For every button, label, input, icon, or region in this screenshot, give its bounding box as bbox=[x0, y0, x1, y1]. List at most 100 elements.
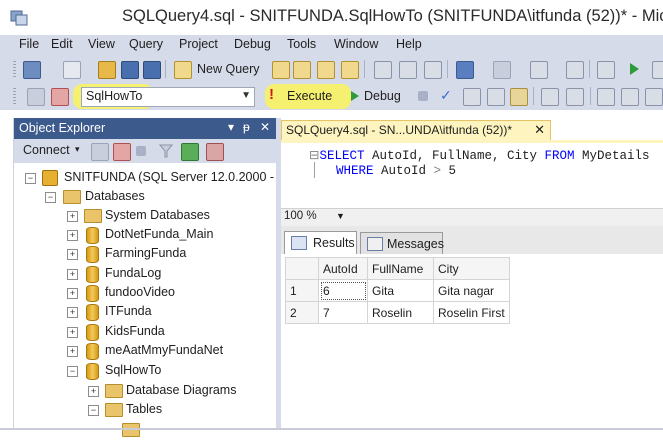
expand-icon[interactable]: + bbox=[67, 307, 78, 318]
parse-check-icon[interactable]: ✓ bbox=[440, 87, 452, 104]
toolbar-grip[interactable] bbox=[13, 61, 16, 78]
toolbar-grip[interactable] bbox=[13, 88, 16, 105]
disconnect-icon[interactable] bbox=[113, 143, 131, 161]
query-editor[interactable]: ⊟SELECT AutoId, FullName, City FROM MyDe… bbox=[281, 143, 663, 208]
debug-button[interactable]: Debug bbox=[364, 89, 401, 103]
copy-icon[interactable] bbox=[399, 61, 417, 79]
expand-icon[interactable]: + bbox=[67, 327, 78, 338]
results-to-grid-icon[interactable] bbox=[621, 88, 639, 106]
collapse-icon[interactable]: ⊟ bbox=[309, 149, 319, 163]
expand-icon[interactable]: + bbox=[67, 230, 78, 241]
new-project-icon[interactable] bbox=[23, 61, 41, 79]
menu-view[interactable]: View bbox=[88, 37, 115, 51]
save-icon[interactable] bbox=[121, 61, 139, 79]
tree-item-label: Database Diagrams bbox=[126, 383, 237, 397]
expand-icon[interactable]: + bbox=[88, 386, 99, 397]
close-icon[interactable]: ✕ bbox=[534, 122, 545, 138]
expand-icon[interactable]: + bbox=[67, 269, 78, 280]
table-cell[interactable]: Roselin First bbox=[433, 301, 510, 324]
filter-icon[interactable] bbox=[159, 144, 173, 158]
expand-icon[interactable]: + bbox=[67, 249, 78, 260]
connect-dropdown[interactable]: Connect bbox=[23, 143, 70, 157]
start-icon[interactable] bbox=[628, 62, 640, 76]
xmla-query-icon[interactable] bbox=[341, 61, 359, 79]
debug-icon[interactable] bbox=[350, 90, 360, 102]
connect-object-explorer-icon[interactable] bbox=[91, 143, 109, 161]
menu-edit[interactable]: Edit bbox=[51, 37, 73, 51]
dmx-query-icon[interactable] bbox=[317, 61, 335, 79]
results-to-file-icon[interactable] bbox=[645, 88, 663, 106]
database-engine-query-icon[interactable] bbox=[272, 61, 290, 79]
collapse-icon[interactable]: − bbox=[45, 192, 56, 203]
execute-button[interactable]: Execute bbox=[287, 89, 332, 103]
column-header[interactable]: FullName bbox=[367, 257, 434, 280]
client-statistics-icon[interactable] bbox=[566, 88, 584, 106]
toolbar-overflow-icon[interactable] bbox=[652, 61, 663, 79]
paste-icon[interactable] bbox=[424, 61, 442, 79]
expand-icon[interactable]: + bbox=[67, 211, 78, 222]
close-icon[interactable]: ✕ bbox=[260, 120, 270, 134]
expand-icon[interactable]: + bbox=[67, 288, 78, 299]
zoom-level[interactable]: 100 % bbox=[284, 210, 317, 222]
database-icon bbox=[86, 304, 99, 321]
tab-messages[interactable]: Messages bbox=[360, 232, 444, 255]
collapse-icon[interactable]: − bbox=[25, 173, 36, 184]
activity-monitor-icon[interactable] bbox=[206, 143, 224, 161]
database-selected-value: SqlHowTo bbox=[86, 89, 143, 103]
table-cell[interactable]: Gita nagar bbox=[433, 279, 510, 302]
column-header[interactable]: City bbox=[433, 257, 510, 280]
menu-file[interactable]: File bbox=[19, 37, 39, 51]
menu-tools[interactable]: Tools bbox=[287, 37, 316, 51]
stop-icon[interactable] bbox=[136, 146, 146, 156]
results-tabs-bar: Results Messages bbox=[281, 226, 663, 255]
cancel-query-icon[interactable] bbox=[418, 91, 428, 101]
save-all-icon[interactable] bbox=[143, 61, 161, 79]
undo-icon[interactable] bbox=[456, 61, 474, 79]
expand-icon[interactable]: + bbox=[67, 346, 78, 357]
standard-toolbar: New Query bbox=[0, 56, 663, 83]
new-query-button[interactable]: New Query bbox=[197, 62, 260, 76]
new-query-icon[interactable] bbox=[174, 61, 192, 79]
display-estimated-plan-icon[interactable] bbox=[463, 88, 481, 106]
chevron-down-icon[interactable]: ▼ bbox=[336, 211, 345, 221]
table-cell[interactable]: 6 bbox=[318, 279, 368, 302]
activity-monitor-icon[interactable] bbox=[597, 61, 615, 79]
collapse-icon[interactable]: − bbox=[88, 405, 99, 416]
navigate-forward-icon[interactable] bbox=[566, 61, 584, 79]
table-cell[interactable]: Gita bbox=[367, 279, 434, 302]
intellisense-icon[interactable] bbox=[510, 88, 528, 106]
cut-icon[interactable] bbox=[374, 61, 392, 79]
menu-query[interactable]: Query bbox=[129, 37, 163, 51]
window-position-icon[interactable]: ▾ bbox=[228, 120, 234, 134]
available-databases-dropdown[interactable]: SqlHowTo ▼ bbox=[81, 87, 255, 107]
table-cell[interactable]: Roselin bbox=[367, 301, 434, 324]
database-icon bbox=[86, 343, 99, 360]
chevron-down-icon[interactable]: ▾ bbox=[75, 144, 80, 155]
add-item-icon[interactable] bbox=[63, 61, 81, 79]
navigate-backward-icon[interactable] bbox=[530, 61, 548, 79]
tab-results[interactable]: Results bbox=[284, 231, 357, 254]
table-cell[interactable]: 7 bbox=[318, 301, 368, 324]
menu-help[interactable]: Help bbox=[396, 37, 422, 51]
refresh-icon[interactable] bbox=[181, 143, 199, 161]
menu-debug[interactable]: Debug bbox=[234, 37, 271, 51]
pin-icon[interactable]: ᵽ bbox=[243, 120, 250, 134]
menu-project[interactable]: Project bbox=[179, 37, 218, 51]
include-actual-plan-icon[interactable] bbox=[541, 88, 559, 106]
row-number[interactable]: 1 bbox=[285, 279, 319, 302]
folder-icon bbox=[105, 403, 123, 417]
results-to-text-icon[interactable] bbox=[597, 88, 615, 106]
connect-icon[interactable] bbox=[27, 88, 45, 106]
query-options-icon[interactable] bbox=[487, 88, 505, 106]
results-grid[interactable]: AutoId FullName City 1 6 Gita Gita nagar… bbox=[281, 254, 663, 430]
disconnect-icon[interactable] bbox=[51, 88, 69, 106]
analysis-query-icon[interactable] bbox=[293, 61, 311, 79]
column-header[interactable]: AutoId bbox=[318, 257, 368, 280]
row-number[interactable]: 2 bbox=[285, 301, 319, 324]
collapse-icon[interactable]: − bbox=[67, 366, 78, 377]
tab-sqlquery4[interactable]: SQLQuery4.sql - SN...UNDA\itfunda (52))*… bbox=[281, 120, 551, 142]
redo-icon[interactable] bbox=[493, 61, 511, 79]
open-file-icon[interactable] bbox=[98, 61, 116, 79]
menu-window[interactable]: Window bbox=[334, 37, 378, 51]
ssms-app-icon[interactable] bbox=[10, 8, 28, 26]
